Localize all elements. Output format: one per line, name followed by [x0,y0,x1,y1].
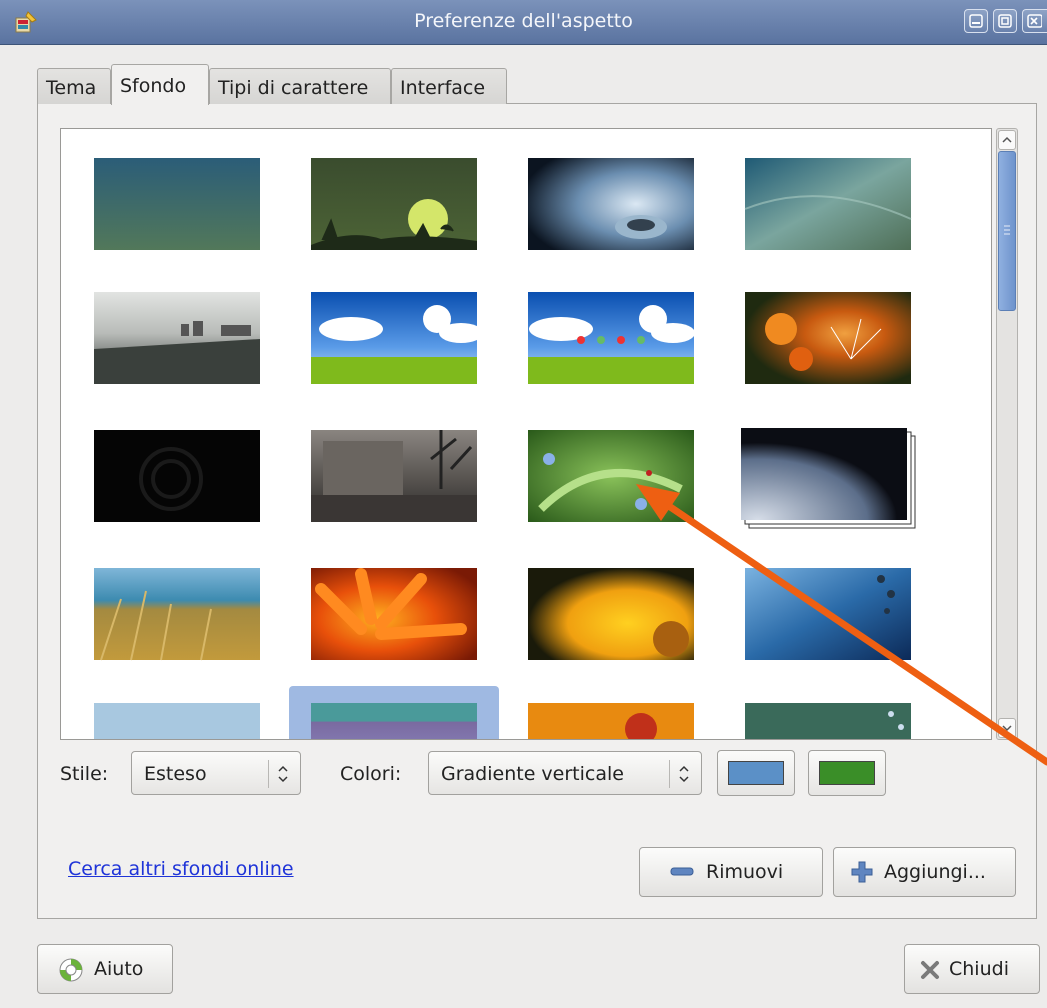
wallpaper-thumbnail[interactable] [528,430,694,522]
wallpaper-thumbnail[interactable] [94,568,260,661]
style-label: Stile: [60,763,109,785]
wallpaper-thumbnail[interactable] [745,292,911,384]
spin-arrows-icon [679,765,689,783]
maximize-button[interactable] [993,9,1017,33]
colors-label: Colori: [340,763,402,785]
wallpaper-thumbnail[interactable] [741,428,916,529]
wallpaper-thumbnail[interactable] [94,158,260,250]
scrollbar-thumb[interactable] [998,151,1016,311]
wallpaper-thumbnail[interactable] [311,568,477,660]
style-combo-value: Esteso [144,763,207,785]
help-button-label: Aiuto [94,958,144,980]
combo-separator [669,760,670,788]
minimize-icon [969,14,983,28]
tab-label: Sfondo [120,75,187,97]
remove-button-label: Rimuovi [706,861,784,883]
spin-arrows-icon [278,765,288,783]
wallpaper-thumbnail[interactable] [311,158,477,250]
tab-label: Tipi di carattere [218,77,369,99]
maximize-icon [998,14,1012,28]
thumbnail-grid [94,158,916,740]
scroll-down-button[interactable] [998,718,1016,738]
tab-interface[interactable]: Interface [391,68,507,104]
wallpaper-thumbnail[interactable] [94,430,260,522]
wallpaper-thumbnail[interactable] [311,703,477,740]
wallpaper-thumbnail[interactable] [311,430,477,522]
title-bar: Preferenze dell'aspetto [0,0,1047,45]
tab-tipi-di-carattere[interactable]: Tipi di carattere [209,68,391,104]
tab-sfondo[interactable]: Sfondo [111,64,209,105]
add-button-label: Aggiungi... [884,861,986,883]
tab-tema[interactable]: Tema [37,68,111,104]
colors-combo-value: Gradiente verticale [441,763,624,785]
scroll-up-button[interactable] [998,130,1016,150]
help-button[interactable]: Aiuto [37,944,173,994]
primary-color-swatch [728,761,784,785]
tab-label: Tema [46,77,97,99]
wallpaper-thumbnail[interactable] [94,703,260,740]
wallpaper-thumbnail[interactable] [94,292,260,384]
search-online-link[interactable]: Cerca altri sfondi online [68,858,294,880]
wallpaper-thumbnail[interactable] [311,292,483,384]
secondary-color-button[interactable] [808,750,886,796]
close-button[interactable]: Chiudi [904,944,1040,994]
chevron-up-icon [1002,136,1012,143]
combo-separator [268,760,269,788]
wallpaper-gallery[interactable] [60,128,992,740]
add-button[interactable]: Aggiungi... [833,847,1016,897]
close-button-label: Chiudi [949,958,1009,980]
gallery-scrollbar[interactable] [996,128,1018,740]
wallpaper-thumbnail[interactable] [745,568,911,660]
wallpaper-thumbnail[interactable] [528,292,695,384]
wallpaper-thumbnail[interactable] [528,568,694,660]
primary-color-button[interactable] [717,750,795,796]
colors-combo[interactable]: Gradiente verticale [428,751,702,795]
secondary-color-swatch [819,761,875,785]
window-title: Preferenze dell'aspetto [414,10,633,32]
style-combo[interactable]: Esteso [131,751,301,795]
minimize-button[interactable] [964,9,988,33]
wallpaper-thumbnail[interactable] [745,703,911,740]
tab-label: Interface [400,77,486,99]
lifebuoy-icon [59,958,83,982]
wallpaper-thumbnail[interactable] [744,158,912,250]
wallpaper-thumbnail[interactable] [528,158,694,250]
chevron-down-icon [1002,725,1012,732]
close-icon [1027,14,1042,28]
grip-icon [1004,225,1010,235]
close-window-button[interactable] [1022,9,1047,33]
wallpaper-thumbnail[interactable] [528,703,694,740]
minus-icon [670,867,694,876]
close-icon [921,961,939,979]
remove-button[interactable]: Rimuovi [639,847,823,897]
plus-icon [851,861,873,883]
